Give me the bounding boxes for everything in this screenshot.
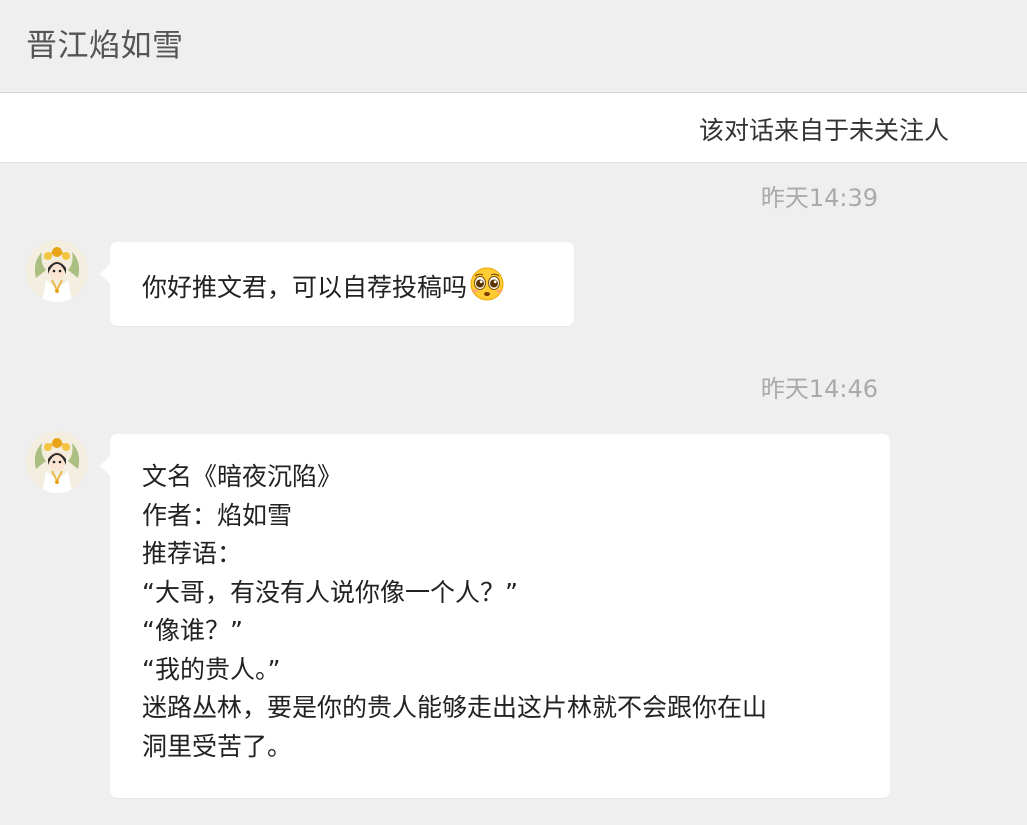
header: 晋江焰如雪 (0, 0, 1027, 93)
notice-text: 该对话来自于未关注人 (698, 116, 949, 145)
message-line: “像谁？” (142, 616, 243, 645)
avatar-image (26, 431, 88, 493)
message-line: “大哥，有没有人说你像一个人？” (142, 577, 518, 607)
avatar-image (26, 240, 88, 302)
message-line: 作者：焰如雪 (142, 500, 293, 530)
notice-bar: 该对话来自于未关注人 (0, 93, 1027, 163)
message-line: 迷路丛林，要是你的贵人能够走出这片林就不会跟你在山 (142, 693, 768, 722)
conversation-title: 晋江焰如雪 (26, 28, 184, 64)
message-line: “我的贵人。” (142, 654, 281, 684)
message-bubble[interactable]: 文名《暗夜沉陷》 作者：焰如雪 推荐语： “大哥，有没有人说你像一个人？” “像… (100, 434, 890, 798)
message-timestamp: 昨天14:46 (760, 375, 878, 403)
message-line: 文名《暗夜沉陷》 (142, 462, 343, 491)
message-bubble[interactable]: 你好推文君，可以自荐投稿吗 (100, 242, 574, 326)
message-text: 你好推文君，可以自荐投稿吗 (142, 273, 468, 302)
pleading-face-icon (469, 266, 505, 302)
message-line: 推荐语： (142, 539, 243, 568)
sender-avatar[interactable] (26, 431, 88, 493)
message-body: 文名《暗夜沉陷》 作者：焰如雪 推荐语： “大哥，有没有人说你像一个人？” “像… (142, 458, 862, 766)
sender-avatar[interactable] (26, 240, 88, 302)
message-timestamp: 昨天14:39 (760, 184, 878, 212)
message-line: 洞里受苦了。 (142, 731, 293, 761)
message-text-row: 你好推文君，可以自荐投稿吗 (142, 266, 505, 304)
